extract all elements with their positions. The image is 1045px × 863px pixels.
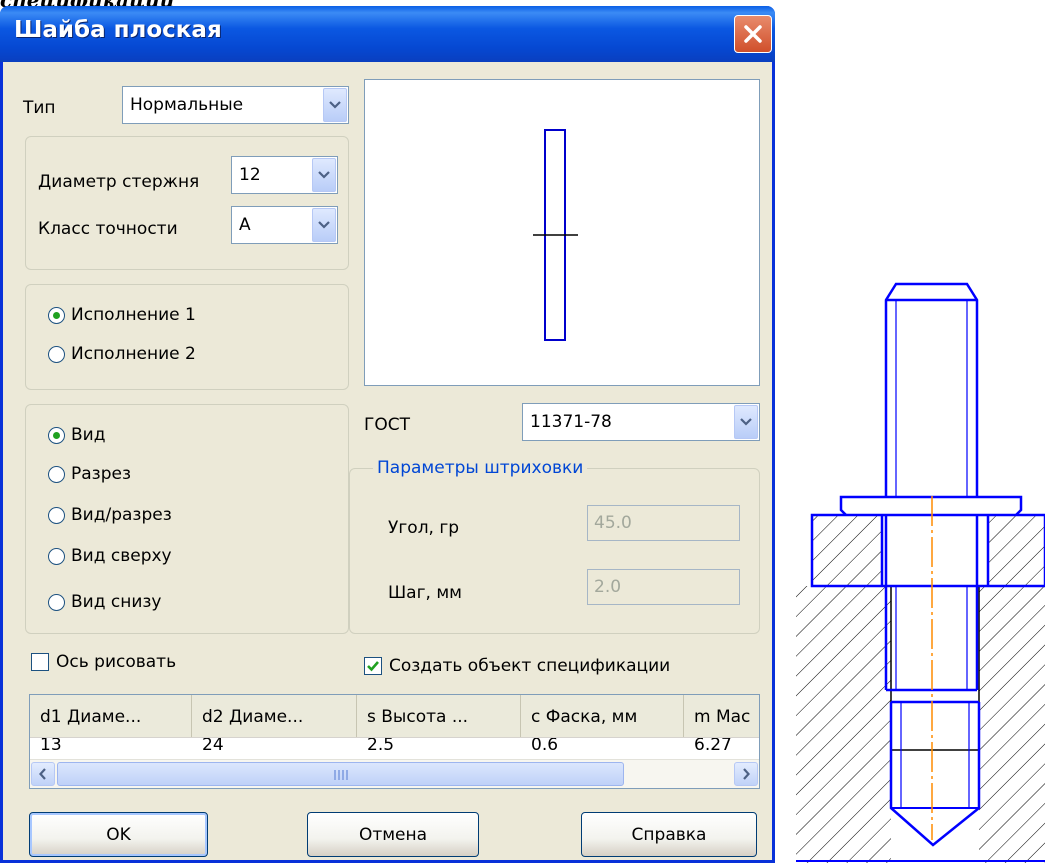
chevron-left-icon: [39, 768, 46, 780]
cancel-button[interactable]: Отмена: [307, 812, 479, 857]
grip-icon: [334, 770, 348, 780]
column-header[interactable]: m Mac: [684, 695, 759, 737]
column-header[interactable]: d1 Диаме...: [30, 695, 192, 737]
hatch-group: [349, 468, 760, 634]
close-button[interactable]: [734, 15, 772, 53]
hatch-step-label: Шаг, мм: [388, 583, 462, 603]
execution-2-radio[interactable]: Исполнение 2: [48, 344, 196, 364]
type-label: Тип: [23, 98, 56, 118]
column-header[interactable]: d2 Диаме...: [192, 695, 357, 737]
table-cell: 13: [40, 738, 62, 752]
table-cell: 24: [202, 738, 224, 752]
radio-empty-icon: [48, 345, 65, 363]
hatch-angle-label: Угол, гр: [388, 518, 460, 538]
chevron-down-icon[interactable]: [312, 208, 336, 242]
table-cell: 0.6: [531, 738, 559, 752]
column-header[interactable]: s Высота ...: [357, 695, 521, 737]
radio-empty-icon: [48, 465, 65, 483]
table-cell: 6.27: [694, 738, 732, 752]
horizontal-scrollbar[interactable]: [30, 759, 759, 788]
radio-empty-icon: [48, 593, 65, 611]
dialog-title: Шайба плоская: [14, 17, 222, 43]
help-button[interactable]: Справка: [581, 812, 757, 857]
chevron-down-icon[interactable]: [323, 88, 347, 122]
chevron-down-icon[interactable]: [734, 405, 758, 439]
preview-pane: [364, 79, 760, 386]
scroll-thumb[interactable]: [57, 762, 624, 786]
washer-preview-drawing: [533, 129, 578, 341]
accuracy-class-combo[interactable]: А: [231, 206, 338, 244]
view-bottom-radio[interactable]: Вид снизу: [48, 592, 161, 612]
view-top-radio[interactable]: Вид сверху: [48, 546, 172, 566]
accuracy-class-label: Класс точности: [38, 219, 178, 239]
section-radio[interactable]: Разрез: [48, 464, 131, 484]
execution-1-radio[interactable]: Исполнение 1: [48, 305, 196, 325]
bolt-assembly-drawing: [796, 282, 1045, 863]
execution-group: [25, 284, 349, 390]
hatch-group-title: Параметры штриховки: [373, 458, 588, 478]
scroll-left-button[interactable]: [31, 762, 55, 786]
rod-diameter-combo[interactable]: 12: [231, 156, 338, 194]
ok-button[interactable]: OK: [29, 812, 208, 857]
gost-label: ГОСТ: [364, 415, 411, 435]
radio-empty-icon: [48, 547, 65, 565]
title-bar[interactable]: Шайба плоская: [0, 6, 775, 62]
view-radio[interactable]: Вид: [48, 425, 105, 445]
type-combo[interactable]: Нормальные: [122, 86, 349, 124]
washer-dialog: Шайба плоская Тип Нормальные Диаметр сте…: [0, 6, 775, 863]
draw-axis-checkbox[interactable]: Ось рисовать: [31, 652, 176, 672]
gost-combo[interactable]: 11371-78: [522, 403, 760, 441]
radio-empty-icon: [48, 506, 65, 524]
gost-value: 11371-78: [530, 412, 612, 432]
hatch-angle-field: 45.0: [587, 505, 740, 541]
rod-diameter-label: Диаметр стержня: [38, 172, 200, 192]
close-icon: [744, 25, 762, 43]
checkbox-empty-icon: [31, 653, 49, 671]
rod-diameter-value: 12: [239, 165, 261, 185]
hatch-step-field: 2.0: [587, 569, 740, 605]
checkmark-icon: [364, 657, 382, 675]
chevron-right-icon: [743, 768, 750, 780]
parameters-table[interactable]: d1 Диаме... d2 Диаме... s Высота ... c Ф…: [29, 694, 760, 789]
table-cell: 2.5: [367, 738, 395, 752]
type-value: Нормальные: [130, 95, 244, 115]
create-spec-checkbox[interactable]: Создать объект спецификации: [364, 656, 670, 676]
radio-selected-icon: [48, 306, 65, 324]
chevron-down-icon[interactable]: [312, 158, 336, 192]
column-header[interactable]: c Фаска, мм: [521, 695, 684, 737]
view-section-radio[interactable]: Вид/разрез: [48, 505, 172, 525]
scroll-right-button[interactable]: [734, 762, 758, 786]
accuracy-class-value: А: [239, 215, 251, 235]
radio-selected-icon: [48, 426, 65, 444]
table-header: d1 Диаме... d2 Диаме... s Высота ... c Ф…: [30, 695, 759, 738]
